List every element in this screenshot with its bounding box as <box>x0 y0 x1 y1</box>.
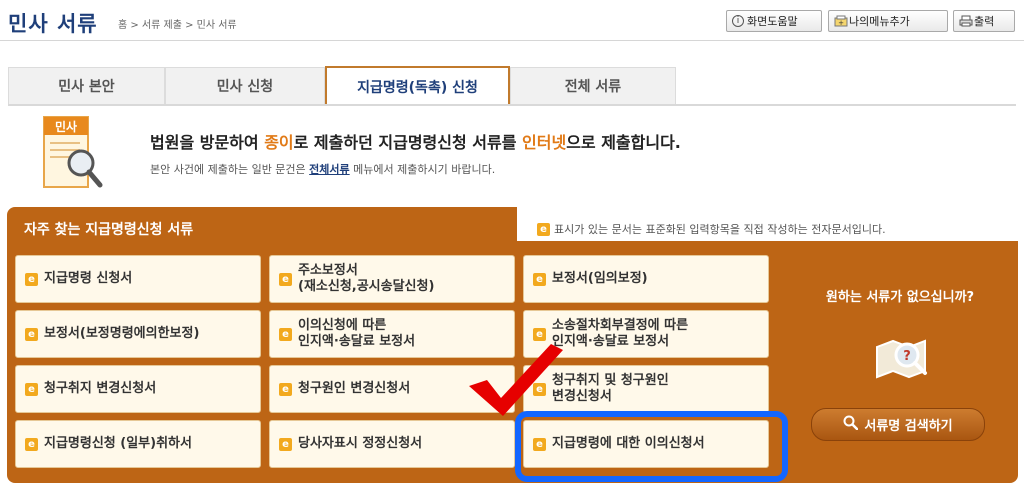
screen-help-button[interactable]: i 화면도움말 <box>726 10 822 32</box>
e-document-icon: e <box>279 272 292 286</box>
e-document-icon: e <box>25 382 38 396</box>
doc-label: 당사자표시 정정신청서 <box>298 436 423 451</box>
doc-party-correction[interactable]: e 당사자표시 정정신청서 <box>269 420 515 468</box>
civil-document-icon: 민사 <box>43 116 103 190</box>
doc-label: 보정서(임의보정) <box>552 271 648 286</box>
print-icon <box>959 15 973 27</box>
doc-label: 주소보정서 (재소신청,공시송달신청) <box>298 263 435 294</box>
missing-document-question: 원하는 서류가 없으십니까? <box>825 290 975 305</box>
e-document-icon: e <box>533 327 546 341</box>
e-document-icon: e <box>279 437 292 451</box>
page-title: 민사 서류 <box>8 12 98 36</box>
print-button[interactable]: 출력 <box>953 10 1015 32</box>
doc-label: 청구취지 변경신청서 <box>44 381 157 396</box>
intro-text-part: 법원을 방문하여 <box>150 133 265 152</box>
civil-icon-label: 민사 <box>55 119 77 134</box>
intro-text-part: 으로 제출합니다. <box>566 133 681 152</box>
e-document-icon: e <box>279 327 292 341</box>
add-my-menu-label: 나의메뉴추가 <box>849 15 910 28</box>
doc-label: 청구취지 및 청구원인 변경신청서 <box>552 373 669 404</box>
doc-claim-purpose-change[interactable]: e 청구취지 변경신청서 <box>15 365 261 413</box>
tab-bar: 민사 본안 민사 신청 지급명령(독촉) 신청 전체 서류 <box>8 66 1024 105</box>
e-document-icon: e <box>537 222 550 236</box>
print-label: 출력 <box>974 15 995 28</box>
tab-payment-order[interactable]: 지급명령(독촉) 신청 <box>325 66 510 105</box>
e-document-icon: e <box>25 272 38 286</box>
highlight-annotation-box <box>515 411 788 482</box>
doc-label: 소송절차회부결정에 따른 인지액·송달료 보정서 <box>552 318 689 349</box>
add-menu-icon: + <box>834 15 848 27</box>
help-icon: i <box>732 15 744 27</box>
screen-help-label: 화면도움말 <box>747 15 798 28</box>
page-header: 민사 서류 홈 > 서류 제출 > 민사 서류 i 화면도움말 + 나의메뉴추가… <box>0 0 1024 44</box>
e-document-legend: e 표시가 있는 문서는 표준화된 입력항목을 직접 작성하는 전자문서입니다. <box>537 221 886 237</box>
doc-correction-by-order[interactable]: e 보정서(보정명령에의한보정) <box>15 310 261 358</box>
search-button-label: 서류명 검색하기 <box>864 419 953 434</box>
svg-text:+: + <box>838 19 844 27</box>
intro-sub-text: 메뉴에서 제출하시기 바랍니다. <box>349 163 496 176</box>
panel-title: 자주 찾는 지급명령신청 서류 <box>24 222 194 238</box>
intro-headline: 법원을 방문하여 종이로 제출하던 지급명령신청 서류를 인터넷으로 제출합니다… <box>150 129 681 153</box>
header-divider <box>0 40 1024 41</box>
tab-all-documents[interactable]: 전체 서류 <box>510 67 676 104</box>
intro-text-part: 로 제출하던 지급명령신청 서류를 <box>293 133 523 152</box>
doc-address-correction[interactable]: e 주소보정서 (재소신청,공시송달신청) <box>269 255 515 303</box>
magnifier-icon <box>843 415 859 434</box>
intro-sub-text: 본안 사건에 제출하는 일반 문건은 <box>150 163 310 176</box>
intro-subtext: 본안 사건에 제출하는 일반 문건은 전체서류 메뉴에서 제출하시기 바랍니다. <box>150 161 495 177</box>
doc-label: 이의신청에 따른 인지액·송달료 보정서 <box>298 318 416 349</box>
red-check-mark-icon <box>465 340 565 418</box>
legend-text: 표시가 있는 문서는 표준화된 입력항목을 직접 작성하는 전자문서입니다. <box>554 223 886 236</box>
e-document-icon: e <box>25 437 38 451</box>
doc-label: 지급명령신청 (일부)취하서 <box>44 436 192 451</box>
tab-civil-application[interactable]: 민사 신청 <box>165 67 325 104</box>
add-my-menu-button[interactable]: + 나의메뉴추가 <box>828 10 948 32</box>
tab-civil-main[interactable]: 민사 본안 <box>8 67 165 104</box>
intro-highlight-paper: 종이 <box>264 133 294 152</box>
all-documents-link[interactable]: 전체서류 <box>309 163 349 176</box>
e-document-icon: e <box>25 327 38 341</box>
tab-divider <box>8 104 1016 106</box>
doc-withdrawal[interactable]: e 지급명령신청 (일부)취하서 <box>15 420 261 468</box>
e-document-icon: e <box>533 272 546 286</box>
doc-payment-order-application[interactable]: e 지급명령 신청서 <box>15 255 261 303</box>
svg-text:?: ? <box>903 349 911 364</box>
doc-label: 지급명령 신청서 <box>44 271 133 286</box>
document-search-button[interactable]: 서류명 검색하기 <box>811 408 985 441</box>
doc-voluntary-correction[interactable]: e 보정서(임의보정) <box>523 255 769 303</box>
breadcrumb: 홈 > 서류 제출 > 민사 서류 <box>118 20 237 31</box>
doc-label: 청구원인 변경신청서 <box>298 381 411 396</box>
map-search-icon: ? <box>873 333 933 381</box>
doc-label: 보정서(보정명령에의한보정) <box>44 326 200 341</box>
e-document-icon: e <box>279 382 292 396</box>
intro-highlight-internet: 인터넷 <box>522 133 567 152</box>
